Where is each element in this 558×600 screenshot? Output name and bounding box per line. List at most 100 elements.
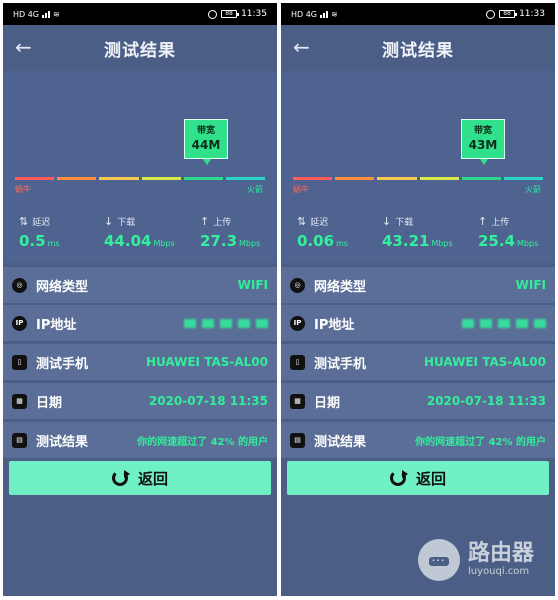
result-label: 测试结果 bbox=[36, 434, 89, 450]
bubble-pointer-icon bbox=[480, 159, 488, 165]
network-status: HD 4G ≋ bbox=[291, 10, 338, 19]
speed-hero: 带宽 44M 蜗牛 火箭 ⇅ 延迟 0.5 ms ↓ 下载 44.04 Mbps ↑ 上传… bbox=[3, 71, 277, 263]
left-screen: HD 4G ≋ 88 11:35 ← 测试结果 带宽 44M 蜗牛 火箭 ⇅ 延… bbox=[3, 3, 277, 596]
upload-value: 25.4 bbox=[478, 232, 516, 250]
ip-row: IP IP地址 bbox=[281, 305, 555, 341]
phone-icon: ▯ bbox=[290, 354, 305, 370]
date-row: ▦ 日期 2020-07-18 11:35 bbox=[3, 383, 277, 419]
scale-low-label: 蜗牛 bbox=[293, 185, 309, 194]
result-row: ▤ 测试结果 你的网速超过了 42% 的用户 bbox=[281, 422, 555, 458]
calendar-icon: ▦ bbox=[12, 393, 27, 409]
network-type-label: 网络类型 bbox=[314, 279, 367, 295]
latency-unit: ms bbox=[47, 239, 60, 248]
right-screen: HD 4G ≋ 88 11:33 ← 测试结果 带宽 43M 蜗牛 火箭 ⇅ 延… bbox=[281, 3, 555, 596]
download-metric: ↓ 下载 44.04 Mbps bbox=[104, 215, 189, 250]
ip-row: IP IP地址 bbox=[3, 305, 277, 341]
redacted-ip bbox=[462, 318, 546, 328]
return-button[interactable]: 返回 bbox=[9, 461, 271, 495]
watermark-url: luyouqi.com bbox=[468, 566, 530, 577]
globe-icon: ◎ bbox=[12, 277, 27, 293]
alarm-icon bbox=[486, 9, 496, 19]
latency-icon: ⇅ bbox=[297, 215, 307, 228]
upload-icon: ↑ bbox=[200, 215, 210, 228]
download-label: 下载 bbox=[395, 218, 414, 228]
ip-icon: IP bbox=[290, 315, 305, 331]
router-logo-icon bbox=[418, 538, 460, 581]
network-status: HD 4G ≋ bbox=[13, 10, 60, 19]
latency-label: 延迟 bbox=[310, 218, 329, 228]
download-icon: ↓ bbox=[382, 215, 392, 228]
latency-value: 0.5 bbox=[19, 232, 46, 250]
return-label: 返回 bbox=[137, 469, 168, 488]
redacted-ip bbox=[184, 318, 268, 328]
alarm-icon bbox=[208, 9, 218, 19]
wifi-icon: ≋ bbox=[331, 9, 338, 19]
refresh-icon bbox=[389, 470, 408, 486]
latency-label: 延迟 bbox=[32, 218, 51, 228]
download-label: 下载 bbox=[117, 218, 136, 228]
scale-segment-6 bbox=[503, 177, 544, 180]
return-button[interactable]: 返回 bbox=[287, 461, 549, 495]
back-arrow-icon[interactable]: ← bbox=[15, 37, 32, 57]
ip-label: IP地址 bbox=[36, 317, 77, 333]
latency-metric: ⇅ 延迟 0.5 ms bbox=[19, 215, 104, 250]
scale-segment-5 bbox=[183, 177, 223, 180]
result-value: 你的网速超过了 42% 的用户 bbox=[415, 436, 546, 448]
phone-icon: ▯ bbox=[12, 354, 27, 370]
page-title: 测试结果 bbox=[104, 40, 176, 61]
download-unit: Mbps bbox=[153, 239, 175, 248]
latency-value: 0.06 bbox=[297, 232, 335, 250]
result-value: 你的网速超过了 42% 的用户 bbox=[137, 436, 268, 448]
bubble-pointer-icon bbox=[203, 159, 211, 165]
signal-icon bbox=[320, 10, 329, 18]
upload-metric: ↑ 上传 25.4 Mbps bbox=[478, 215, 555, 250]
bandwidth-value: 43M bbox=[468, 138, 498, 152]
watermark-text: 路由器 luyouqi.com bbox=[468, 541, 534, 578]
latency-unit: ms bbox=[336, 239, 348, 248]
upload-unit: Mbps bbox=[239, 239, 261, 248]
scale-segment-1 bbox=[15, 177, 55, 180]
header: ← 测试结果 bbox=[281, 25, 555, 71]
upload-label: 上传 bbox=[213, 218, 232, 228]
phone-value: HUAWEI TAS-AL00 bbox=[145, 355, 268, 369]
speed-scale bbox=[15, 177, 266, 180]
network-type-row: ◎ 网络类型 WIFI bbox=[3, 267, 277, 303]
scale-segment-2 bbox=[335, 177, 375, 180]
date-label: 日期 bbox=[36, 395, 63, 411]
calendar-icon: ▦ bbox=[290, 393, 305, 409]
network-type-value: WIFI bbox=[515, 278, 546, 292]
phone-label: 测试手机 bbox=[314, 356, 367, 372]
latency-metric: ⇅ 延迟 0.06 ms bbox=[297, 215, 382, 250]
network-type-label: 网络类型 bbox=[36, 279, 89, 295]
status-bar: HD 4G ≋ 88 11:33 bbox=[281, 3, 555, 25]
upload-icon: ↑ bbox=[478, 215, 488, 228]
status-bar: HD 4G ≋ 88 11:35 bbox=[3, 3, 277, 25]
refresh-icon bbox=[111, 470, 130, 486]
network-text: HD 4G bbox=[291, 9, 318, 19]
upload-metric: ↑ 上传 27.3 Mbps bbox=[200, 215, 277, 250]
download-unit: Mbps bbox=[431, 239, 453, 248]
ip-icon: IP bbox=[12, 315, 27, 331]
bandwidth-value: 44M bbox=[191, 138, 221, 152]
report-icon: ▤ bbox=[12, 432, 27, 448]
scale-high-label: 火箭 bbox=[247, 185, 263, 194]
status-time: 11:33 bbox=[519, 9, 545, 19]
scale-segment-3 bbox=[99, 177, 139, 180]
scale-low-label: 蜗牛 bbox=[15, 185, 31, 194]
watermark-title: 路由器 bbox=[468, 541, 535, 566]
date-value: 2020-07-18 11:33 bbox=[426, 394, 546, 408]
download-metric: ↓ 下载 43.21 Mbps bbox=[382, 215, 467, 250]
header: ← 测试结果 bbox=[3, 25, 277, 71]
scale-segment-5 bbox=[461, 177, 501, 180]
date-label: 日期 bbox=[314, 395, 341, 411]
status-time: 11:35 bbox=[241, 9, 267, 19]
result-row: ▤ 测试结果 你的网速超过了 42% 的用户 bbox=[3, 422, 277, 458]
signal-icon bbox=[42, 10, 51, 18]
battery-icon: 88 bbox=[499, 10, 518, 18]
download-value: 43.21 bbox=[382, 232, 430, 250]
page-title: 测试结果 bbox=[382, 40, 454, 61]
wifi-icon: ≋ bbox=[53, 9, 60, 19]
speed-scale bbox=[293, 177, 544, 180]
back-arrow-icon[interactable]: ← bbox=[293, 37, 310, 57]
report-icon: ▤ bbox=[290, 432, 305, 448]
